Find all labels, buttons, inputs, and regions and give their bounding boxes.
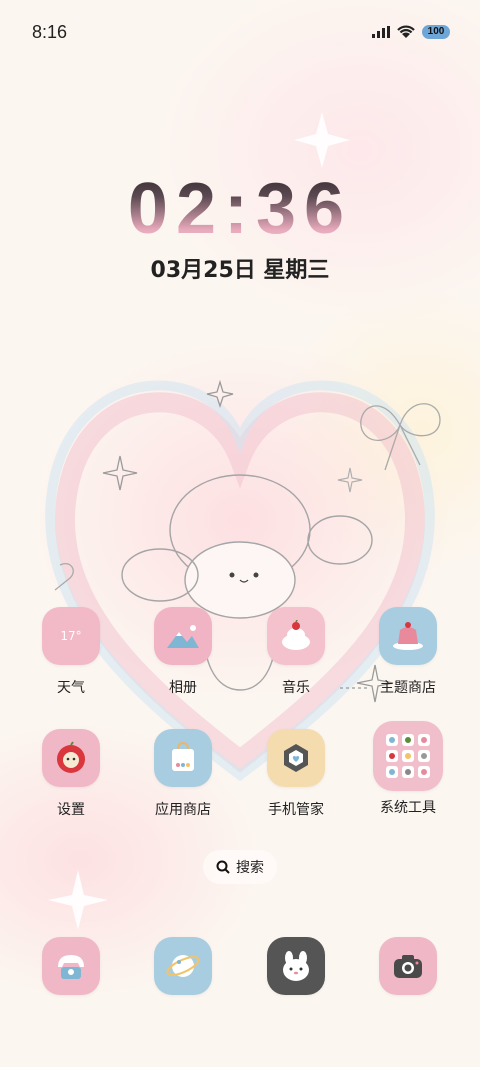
app-label: 应用商店 xyxy=(155,802,211,818)
clock-time[interactable]: 02:36 xyxy=(0,168,480,250)
app-label: 手机管家 xyxy=(268,802,324,818)
app-settings[interactable]: 设置 xyxy=(21,729,121,819)
phone-icon xyxy=(42,937,100,995)
app-store-icon xyxy=(154,729,212,787)
signal-icon xyxy=(372,25,390,38)
app-weather[interactable]: 17° 天气 xyxy=(21,607,121,697)
status-bar: 8:16 100 xyxy=(0,0,480,68)
wifi-icon xyxy=(397,25,415,38)
messages-icon xyxy=(267,937,325,995)
phone-manager-icon xyxy=(267,729,325,787)
app-gallery[interactable]: 相册 xyxy=(133,607,233,697)
weather-icon: 17° xyxy=(42,607,100,665)
dock-browser[interactable] xyxy=(133,937,233,995)
app-phone-manager[interactable]: 手机管家 xyxy=(246,729,346,819)
music-icon xyxy=(267,607,325,665)
theme-store-icon xyxy=(379,607,437,665)
app-system-tools[interactable]: 系统工具 xyxy=(358,721,458,817)
app-label: 音乐 xyxy=(282,680,310,696)
weather-temp: 17° xyxy=(60,629,82,643)
clock-date[interactable]: 03月25日 星期三 xyxy=(0,252,480,284)
status-icons: 100 xyxy=(372,24,450,39)
dock-messages[interactable] xyxy=(246,937,346,995)
dock-camera[interactable] xyxy=(358,937,458,995)
system-tools-icon xyxy=(373,721,443,791)
settings-icon xyxy=(42,729,100,787)
battery-icon: 100 xyxy=(422,24,450,39)
wallpaper-illustration xyxy=(45,112,441,930)
app-label: 设置 xyxy=(57,802,85,818)
search-button[interactable]: 搜索 xyxy=(203,850,277,884)
camera-icon xyxy=(379,937,437,995)
browser-icon xyxy=(154,937,212,995)
app-label: 系统工具 xyxy=(380,800,436,816)
gallery-icon xyxy=(154,607,212,665)
app-app-store[interactable]: 应用商店 xyxy=(133,729,233,819)
app-music[interactable]: 音乐 xyxy=(246,607,346,697)
app-label: 相册 xyxy=(169,680,197,696)
app-theme-store[interactable]: 主题商店 xyxy=(358,607,458,697)
search-label: 搜索 xyxy=(236,860,264,876)
dock-phone[interactable] xyxy=(21,937,121,995)
app-label: 主题商店 xyxy=(380,680,436,696)
app-label: 天气 xyxy=(57,680,85,696)
search-icon xyxy=(216,860,230,874)
status-time: 8:16 xyxy=(32,22,68,42)
